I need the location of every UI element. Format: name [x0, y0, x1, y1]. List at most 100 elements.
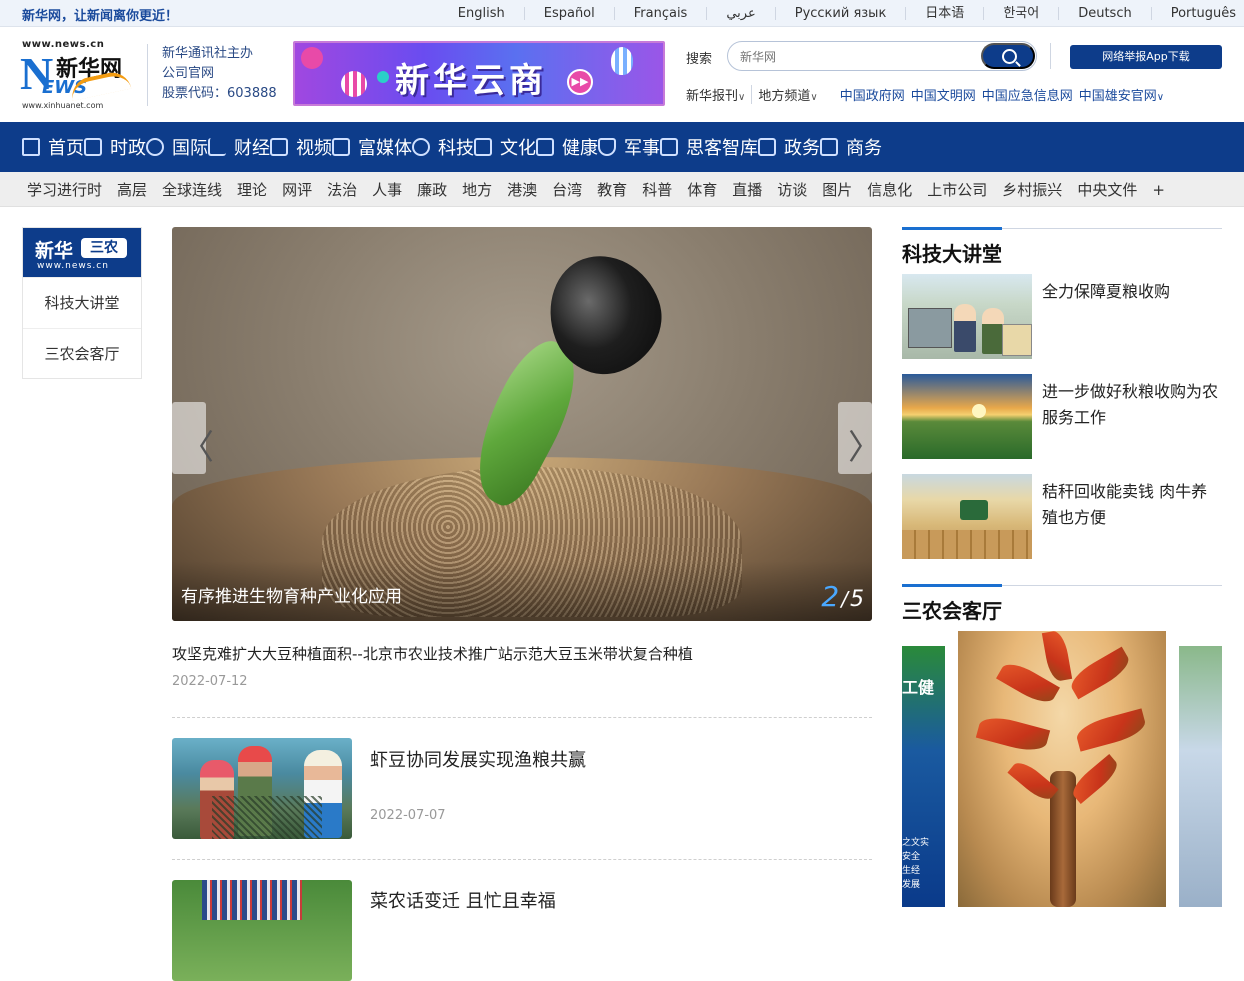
subnav-item[interactable]: 中央文件: [1077, 179, 1137, 200]
lang-korean[interactable]: 한국어: [983, 7, 1058, 20]
nav-item-government[interactable]: 政务: [758, 122, 820, 172]
book-icon: [474, 138, 492, 156]
sannong-gallery[interactable]: 工健 之文实 安全 生经 发展: [902, 631, 1222, 907]
article-divider: [172, 859, 872, 860]
hero-slider[interactable]: 有序推进生物育种产业化应用 2/5 〈 〉: [172, 227, 872, 621]
nav-item-finance[interactable]: 财经: [208, 122, 270, 172]
subnav-more-button[interactable]: +: [1152, 181, 1165, 199]
shield-icon: [598, 138, 616, 156]
subnav-item[interactable]: 科普: [642, 179, 672, 200]
site-logo[interactable]: www.news.cn N 新华网 EWS www.xinhuanet.com: [20, 39, 132, 111]
nav-item-rich-media[interactable]: 富媒体: [332, 122, 412, 172]
nav-item-tech[interactable]: 科技: [412, 122, 474, 172]
article-thumbnail[interactable]: [902, 274, 1032, 359]
subnav-item[interactable]: 上市公司: [927, 179, 987, 200]
play-icon: [270, 138, 288, 156]
lang-spanish[interactable]: Español: [523, 7, 614, 20]
sannong-brand: 新华 三农 www.news.cn: [23, 228, 141, 277]
portal-link-gov[interactable]: 中国政府网: [840, 85, 905, 104]
nav-item-home[interactable]: 首页: [22, 122, 84, 172]
header-divider: [1050, 43, 1051, 69]
subnav-item[interactable]: 廉政: [417, 179, 447, 200]
gallery-card[interactable]: [958, 631, 1166, 907]
chevron-right-icon: 〉: [848, 420, 872, 469]
portal-link-wenming[interactable]: 中国文明网: [911, 85, 976, 104]
header-sublinks: 新华报刊∨ 地方频道∨ 中国政府网 中国文明网 中国应急信息网 中国雄安官网∨: [686, 85, 1164, 104]
article-title[interactable]: 进一步做好秋粮收购为农服务工作: [1042, 379, 1222, 431]
subnav-item[interactable]: 高层: [117, 179, 147, 200]
regional-channels-dropdown[interactable]: 地方频道∨: [758, 85, 823, 104]
lang-russian[interactable]: Русский язык: [774, 7, 906, 20]
nav-item-world[interactable]: 国际: [146, 122, 208, 172]
lang-japanese[interactable]: 日本语: [905, 7, 983, 20]
report-app-download-button[interactable]: 网络举报App下载: [1070, 45, 1222, 69]
nav-item-business[interactable]: 商务: [820, 122, 882, 172]
gallery-card-title: 工健: [902, 678, 935, 697]
side-tab-sannong-lounge[interactable]: 三农会客厅: [23, 328, 141, 379]
lang-french[interactable]: Français: [613, 7, 707, 20]
nav-item-label: 科技: [438, 138, 474, 159]
newspapers-dropdown[interactable]: 新华报刊∨: [686, 85, 753, 104]
subnav-item[interactable]: 全球连线: [162, 179, 222, 200]
subnav-item[interactable]: 图片: [822, 179, 852, 200]
subnav-item[interactable]: 信息化: [867, 179, 912, 200]
nav-item-think-tank[interactable]: 思客智库: [660, 122, 758, 172]
article-title[interactable]: 秸秆回收能卖钱 肉牛养殖也方便: [1042, 479, 1222, 531]
chevron-left-icon: 〈: [180, 428, 214, 468]
subnav-item[interactable]: 理论: [237, 179, 267, 200]
slide-caption[interactable]: 有序推进生物育种产业化应用: [181, 582, 402, 607]
search-button[interactable]: [981, 43, 1035, 69]
subnav-item[interactable]: 网评: [282, 179, 312, 200]
article-thumbnail[interactable]: [172, 880, 352, 981]
subnav-item[interactable]: 港澳: [507, 179, 537, 200]
nav-item-politics[interactable]: 时政: [84, 122, 146, 172]
logo-url-bottom: www.xinhuanet.com: [22, 101, 104, 110]
article-thumbnail[interactable]: [902, 374, 1032, 459]
chat-icon: [660, 138, 678, 156]
slider-next-button[interactable]: 〉: [838, 402, 872, 474]
article-title[interactable]: 菜农话变迁 且忙且幸福: [370, 887, 556, 913]
portal-link-xiongan[interactable]: 中国雄安官网∨: [1079, 85, 1164, 104]
subnav-item[interactable]: 学习进行时: [27, 179, 102, 200]
subnav-item[interactable]: 教育: [597, 179, 627, 200]
lead-article-title[interactable]: 攻坚克难扩大大豆种植面积--北京市农业技术推广站示范大豆玉米带状复合种植: [172, 643, 693, 664]
ad-banner[interactable]: 新华云商 ▶▶: [293, 41, 665, 106]
article-title[interactable]: 虾豆协同发展实现渔粮共赢: [370, 746, 586, 772]
sub-nav: 学习进行时 高层 全球连线 理论 网评 法治 人事 廉政 地方 港澳 台湾 教育…: [0, 172, 1244, 207]
lang-portuguese[interactable]: Português: [1150, 7, 1244, 20]
slider-prev-button[interactable]: 〈: [172, 402, 214, 474]
subnav-item[interactable]: 乡村振兴: [1002, 179, 1062, 200]
globe-icon: [146, 138, 164, 156]
regional-channels-dropdown-label: 地方频道: [758, 89, 811, 104]
portal-link-emergency[interactable]: 中国应急信息网: [982, 85, 1073, 104]
article-thumbnail[interactable]: [902, 474, 1032, 559]
section-title[interactable]: 科技大讲堂: [902, 238, 1002, 267]
nav-item-culture[interactable]: 文化: [474, 122, 536, 172]
thumb-shirt: [202, 880, 302, 920]
nav-item-military[interactable]: 军事: [598, 122, 660, 172]
lang-german[interactable]: Deutsch: [1058, 7, 1151, 20]
subnav-item[interactable]: 地方: [462, 179, 492, 200]
article-title[interactable]: 全力保障夏粮收购: [1042, 279, 1222, 305]
nav-item-label: 首页: [48, 138, 84, 159]
gallery-card[interactable]: 工健 之文实 安全 生经 发展: [902, 646, 945, 907]
subnav-item[interactable]: 台湾: [552, 179, 582, 200]
subnav-item[interactable]: 直播: [732, 179, 762, 200]
side-tab-tech-lecture[interactable]: 科技大讲堂: [23, 277, 141, 328]
nav-item-video[interactable]: 视频: [270, 122, 332, 172]
lead-article-date: 2022-07-12: [172, 674, 248, 689]
article-divider: [172, 717, 872, 718]
subnav-item[interactable]: 访谈: [777, 179, 807, 200]
lang-arabic[interactable]: عربي: [706, 7, 774, 20]
subnav-item[interactable]: 人事: [372, 179, 402, 200]
article-thumbnail[interactable]: [172, 738, 352, 839]
subnav-item[interactable]: 法治: [327, 179, 357, 200]
subnav-item[interactable]: 体育: [687, 179, 717, 200]
search-input[interactable]: [740, 48, 980, 66]
nav-item-health[interactable]: 健康: [536, 122, 598, 172]
lang-english[interactable]: English: [439, 7, 524, 20]
section-title[interactable]: 三农会客厅: [902, 595, 1002, 624]
org-host: 新华通讯社主办: [162, 46, 254, 61]
gallery-card[interactable]: [1179, 646, 1222, 907]
gallery-plant-leaf: [1067, 753, 1123, 805]
